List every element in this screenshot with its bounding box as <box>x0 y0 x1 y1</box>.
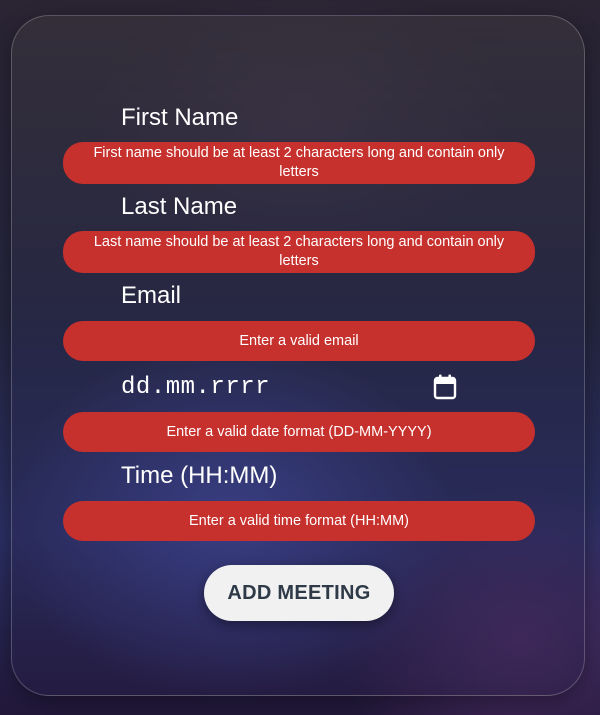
meeting-form-card: First Name First name should be at least… <box>11 15 585 696</box>
first-name-error: First name should be at least 2 characte… <box>63 142 535 184</box>
time-error: Enter a valid time format (HH:MM) <box>63 501 535 541</box>
first-name-error-text: First name should be at least 2 characte… <box>93 145 505 180</box>
date-error: Enter a valid date format (DD-MM-YYYY) <box>63 412 535 452</box>
date-input[interactable]: dd.mm.rrrr <box>121 371 457 403</box>
date-error-text: Enter a valid date format (DD-MM-YYYY) <box>166 423 432 440</box>
last-name-error-text: Last name should be at least 2 character… <box>93 234 505 269</box>
email-field[interactable]: Email <box>121 282 181 310</box>
email-label: Email <box>121 282 182 309</box>
calendar-icon[interactable] <box>433 374 457 400</box>
time-error-text: Enter a valid time format (HH:MM) <box>189 512 409 529</box>
last-name-field[interactable]: Last Name <box>121 193 237 221</box>
first-name-label: First Name <box>121 104 239 131</box>
time-field[interactable]: Time (HH:MM) <box>121 462 277 490</box>
date-placeholder: dd.mm.rrrr <box>121 373 271 401</box>
email-error-text: Enter a valid email <box>239 332 359 349</box>
email-error: Enter a valid email <box>63 321 535 361</box>
time-label: Time (HH:MM) <box>121 462 278 489</box>
last-name-label: Last Name <box>121 193 238 220</box>
last-name-error: Last name should be at least 2 character… <box>63 231 535 273</box>
first-name-field[interactable]: First Name <box>121 104 238 132</box>
add-meeting-button[interactable]: ADD MEETING <box>204 565 394 621</box>
